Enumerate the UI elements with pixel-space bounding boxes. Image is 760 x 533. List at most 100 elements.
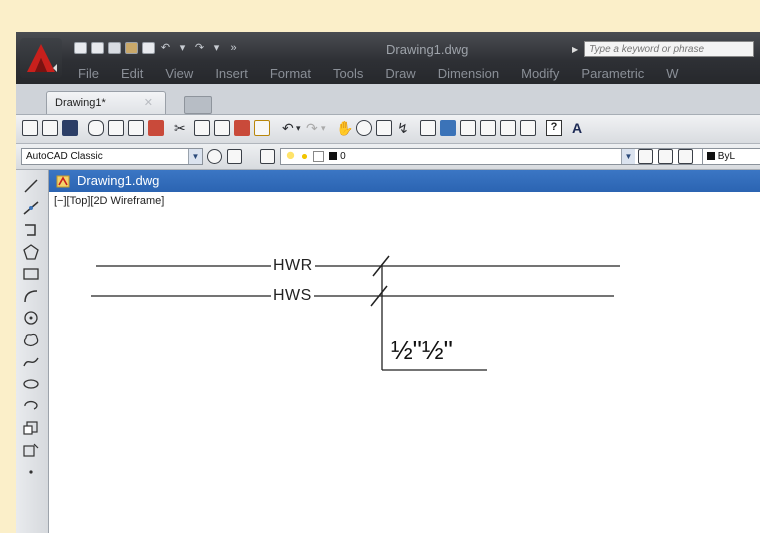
save-as-icon[interactable] xyxy=(125,42,138,54)
save-icon[interactable] xyxy=(108,42,121,54)
application-menu-button[interactable] xyxy=(20,38,62,78)
undo-icon[interactable]: ↶ xyxy=(159,42,172,54)
circle-icon[interactable] xyxy=(22,310,40,326)
drawing-title-bar: Drawing1.dwg xyxy=(49,170,760,192)
redo-list-icon[interactable]: ▾ xyxy=(321,119,326,137)
polyline-icon[interactable] xyxy=(22,222,40,238)
zoom-previous-icon[interactable]: ↯ xyxy=(397,119,409,137)
title-bar: ↶ ▾ ↷ ▾ » Drawing1.dwg ▶ File Edit View … xyxy=(16,32,760,84)
open-icon[interactable] xyxy=(91,42,104,54)
arc-icon[interactable] xyxy=(22,288,40,304)
sheet-set-manager-icon[interactable] xyxy=(480,120,496,136)
chevron-down-icon: ▼ xyxy=(621,149,635,164)
workspace-value: AutoCAD Classic xyxy=(26,151,103,162)
text-style-icon[interactable]: A xyxy=(572,119,582,137)
menu-bar: File Edit View Insert Format Tools Draw … xyxy=(78,66,701,81)
chevron-down-icon: ▼ xyxy=(188,149,202,164)
workspace-settings-icon[interactable] xyxy=(207,149,222,164)
new-tab-button[interactable] xyxy=(184,96,212,114)
quickcalc-icon[interactable] xyxy=(520,120,536,136)
layer-states-icon[interactable] xyxy=(678,149,693,164)
close-tab-icon[interactable]: ✕ xyxy=(144,92,153,114)
workspace-select[interactable]: AutoCAD Classic ▼ xyxy=(21,148,203,165)
redo-icon[interactable]: ↷ xyxy=(193,42,206,54)
print-icon[interactable] xyxy=(142,42,155,54)
customize-icon[interactable] xyxy=(227,149,242,164)
layer-on-icon xyxy=(285,150,296,162)
undo-list-icon[interactable]: ▾ xyxy=(296,119,301,137)
menu-dimension[interactable]: Dimension xyxy=(438,66,499,81)
pan-icon[interactable]: ✋ xyxy=(336,119,353,137)
zoom-realtime-icon[interactable] xyxy=(356,120,372,136)
properties-icon[interactable] xyxy=(420,120,436,136)
make-current-icon[interactable] xyxy=(638,149,653,164)
menu-draw[interactable]: Draw xyxy=(385,66,415,81)
undo-toolbar-icon[interactable]: ↶ xyxy=(282,119,294,137)
save-file-icon[interactable] xyxy=(62,120,78,136)
markup-manager-icon[interactable] xyxy=(500,120,516,136)
layer-previous-icon[interactable] xyxy=(658,149,673,164)
layer-properties-icon[interactable] xyxy=(260,149,275,164)
qnew-icon[interactable] xyxy=(22,120,38,136)
undo-dropdown-icon[interactable]: ▾ xyxy=(176,42,189,54)
menu-tools[interactable]: Tools xyxy=(333,66,363,81)
insert-block-icon[interactable] xyxy=(22,420,40,436)
point-icon[interactable] xyxy=(22,464,40,480)
help-icon[interactable]: ? xyxy=(546,120,562,136)
autocad-logo-icon xyxy=(27,44,57,72)
quick-access-toolbar: ↶ ▾ ↷ ▾ » xyxy=(74,42,240,54)
make-block-icon[interactable] xyxy=(22,442,40,458)
redo-dropdown-icon[interactable]: ▾ xyxy=(210,42,223,54)
match-properties-icon[interactable] xyxy=(234,120,250,136)
plot-icon[interactable] xyxy=(88,120,104,136)
block-editor-icon[interactable] xyxy=(254,120,270,136)
pipe-size-annotation: ½"½" xyxy=(391,335,453,365)
pipe-label-hws: HWS xyxy=(271,287,314,305)
tool-palettes-icon[interactable] xyxy=(460,120,476,136)
workspaces-layers-toolbar: AutoCAD Classic ▼ 0 ▼ ByL xyxy=(16,144,760,170)
tab-drawing1[interactable]: Drawing1* ✕ xyxy=(46,91,166,114)
color-select[interactable]: ByL xyxy=(702,148,760,165)
expand-search-icon[interactable]: ▶ xyxy=(572,45,578,54)
search-input[interactable] xyxy=(584,41,755,57)
drawing-canvas[interactable]: [−][Top][2D Wireframe] HWR HWS ½"½" xyxy=(49,192,760,533)
polygon-icon[interactable] xyxy=(22,244,40,260)
drawing-window: Drawing1.dwg [−][Top][2D Wireframe] HWR … xyxy=(49,170,760,533)
open-file-icon[interactable] xyxy=(42,120,58,136)
design-center-icon[interactable] xyxy=(440,120,456,136)
paste-icon[interactable] xyxy=(214,120,230,136)
zoom-window-icon[interactable] xyxy=(376,120,392,136)
layer-select[interactable]: 0 ▼ xyxy=(280,148,720,165)
layer-color-icon xyxy=(329,152,338,161)
menu-insert[interactable]: Insert xyxy=(215,66,248,81)
redo-toolbar-icon[interactable]: ↷ xyxy=(306,119,318,137)
construction-line-icon[interactable] xyxy=(22,200,40,216)
spline-icon[interactable] xyxy=(22,354,40,370)
ellipse-arc-icon[interactable] xyxy=(22,398,40,414)
standard-toolbar: ✂ ↶ ▾ ↷ ▾ ✋ ↯ ? A xyxy=(16,115,760,144)
publish-icon[interactable] xyxy=(128,120,144,136)
layer-thaw-icon xyxy=(298,150,310,162)
file-tabs-bar: Drawing1* ✕ xyxy=(16,84,760,115)
menu-view[interactable]: View xyxy=(165,66,193,81)
bylayer-swatch-icon xyxy=(707,152,715,161)
3d-print-icon[interactable] xyxy=(148,120,164,136)
menu-window[interactable]: W xyxy=(666,66,678,81)
rectangle-icon[interactable] xyxy=(22,266,40,282)
copy-icon[interactable] xyxy=(194,120,210,136)
line-icon[interactable] xyxy=(22,178,40,194)
menu-format[interactable]: Format xyxy=(270,66,311,81)
menu-file[interactable]: File xyxy=(78,66,99,81)
cut-icon[interactable]: ✂ xyxy=(174,119,186,137)
pipe-label-hwr: HWR xyxy=(271,257,315,275)
menu-parametric[interactable]: Parametric xyxy=(581,66,644,81)
menu-edit[interactable]: Edit xyxy=(121,66,143,81)
revision-cloud-icon[interactable] xyxy=(22,332,40,348)
ellipse-icon[interactable] xyxy=(22,376,40,392)
plot-preview-icon[interactable] xyxy=(108,120,124,136)
new-icon[interactable] xyxy=(74,42,87,54)
menu-modify[interactable]: Modify xyxy=(521,66,559,81)
draw-toolbar xyxy=(16,170,49,533)
customize-qat-icon[interactable]: » xyxy=(227,42,240,54)
color-value: ByL xyxy=(717,151,736,162)
